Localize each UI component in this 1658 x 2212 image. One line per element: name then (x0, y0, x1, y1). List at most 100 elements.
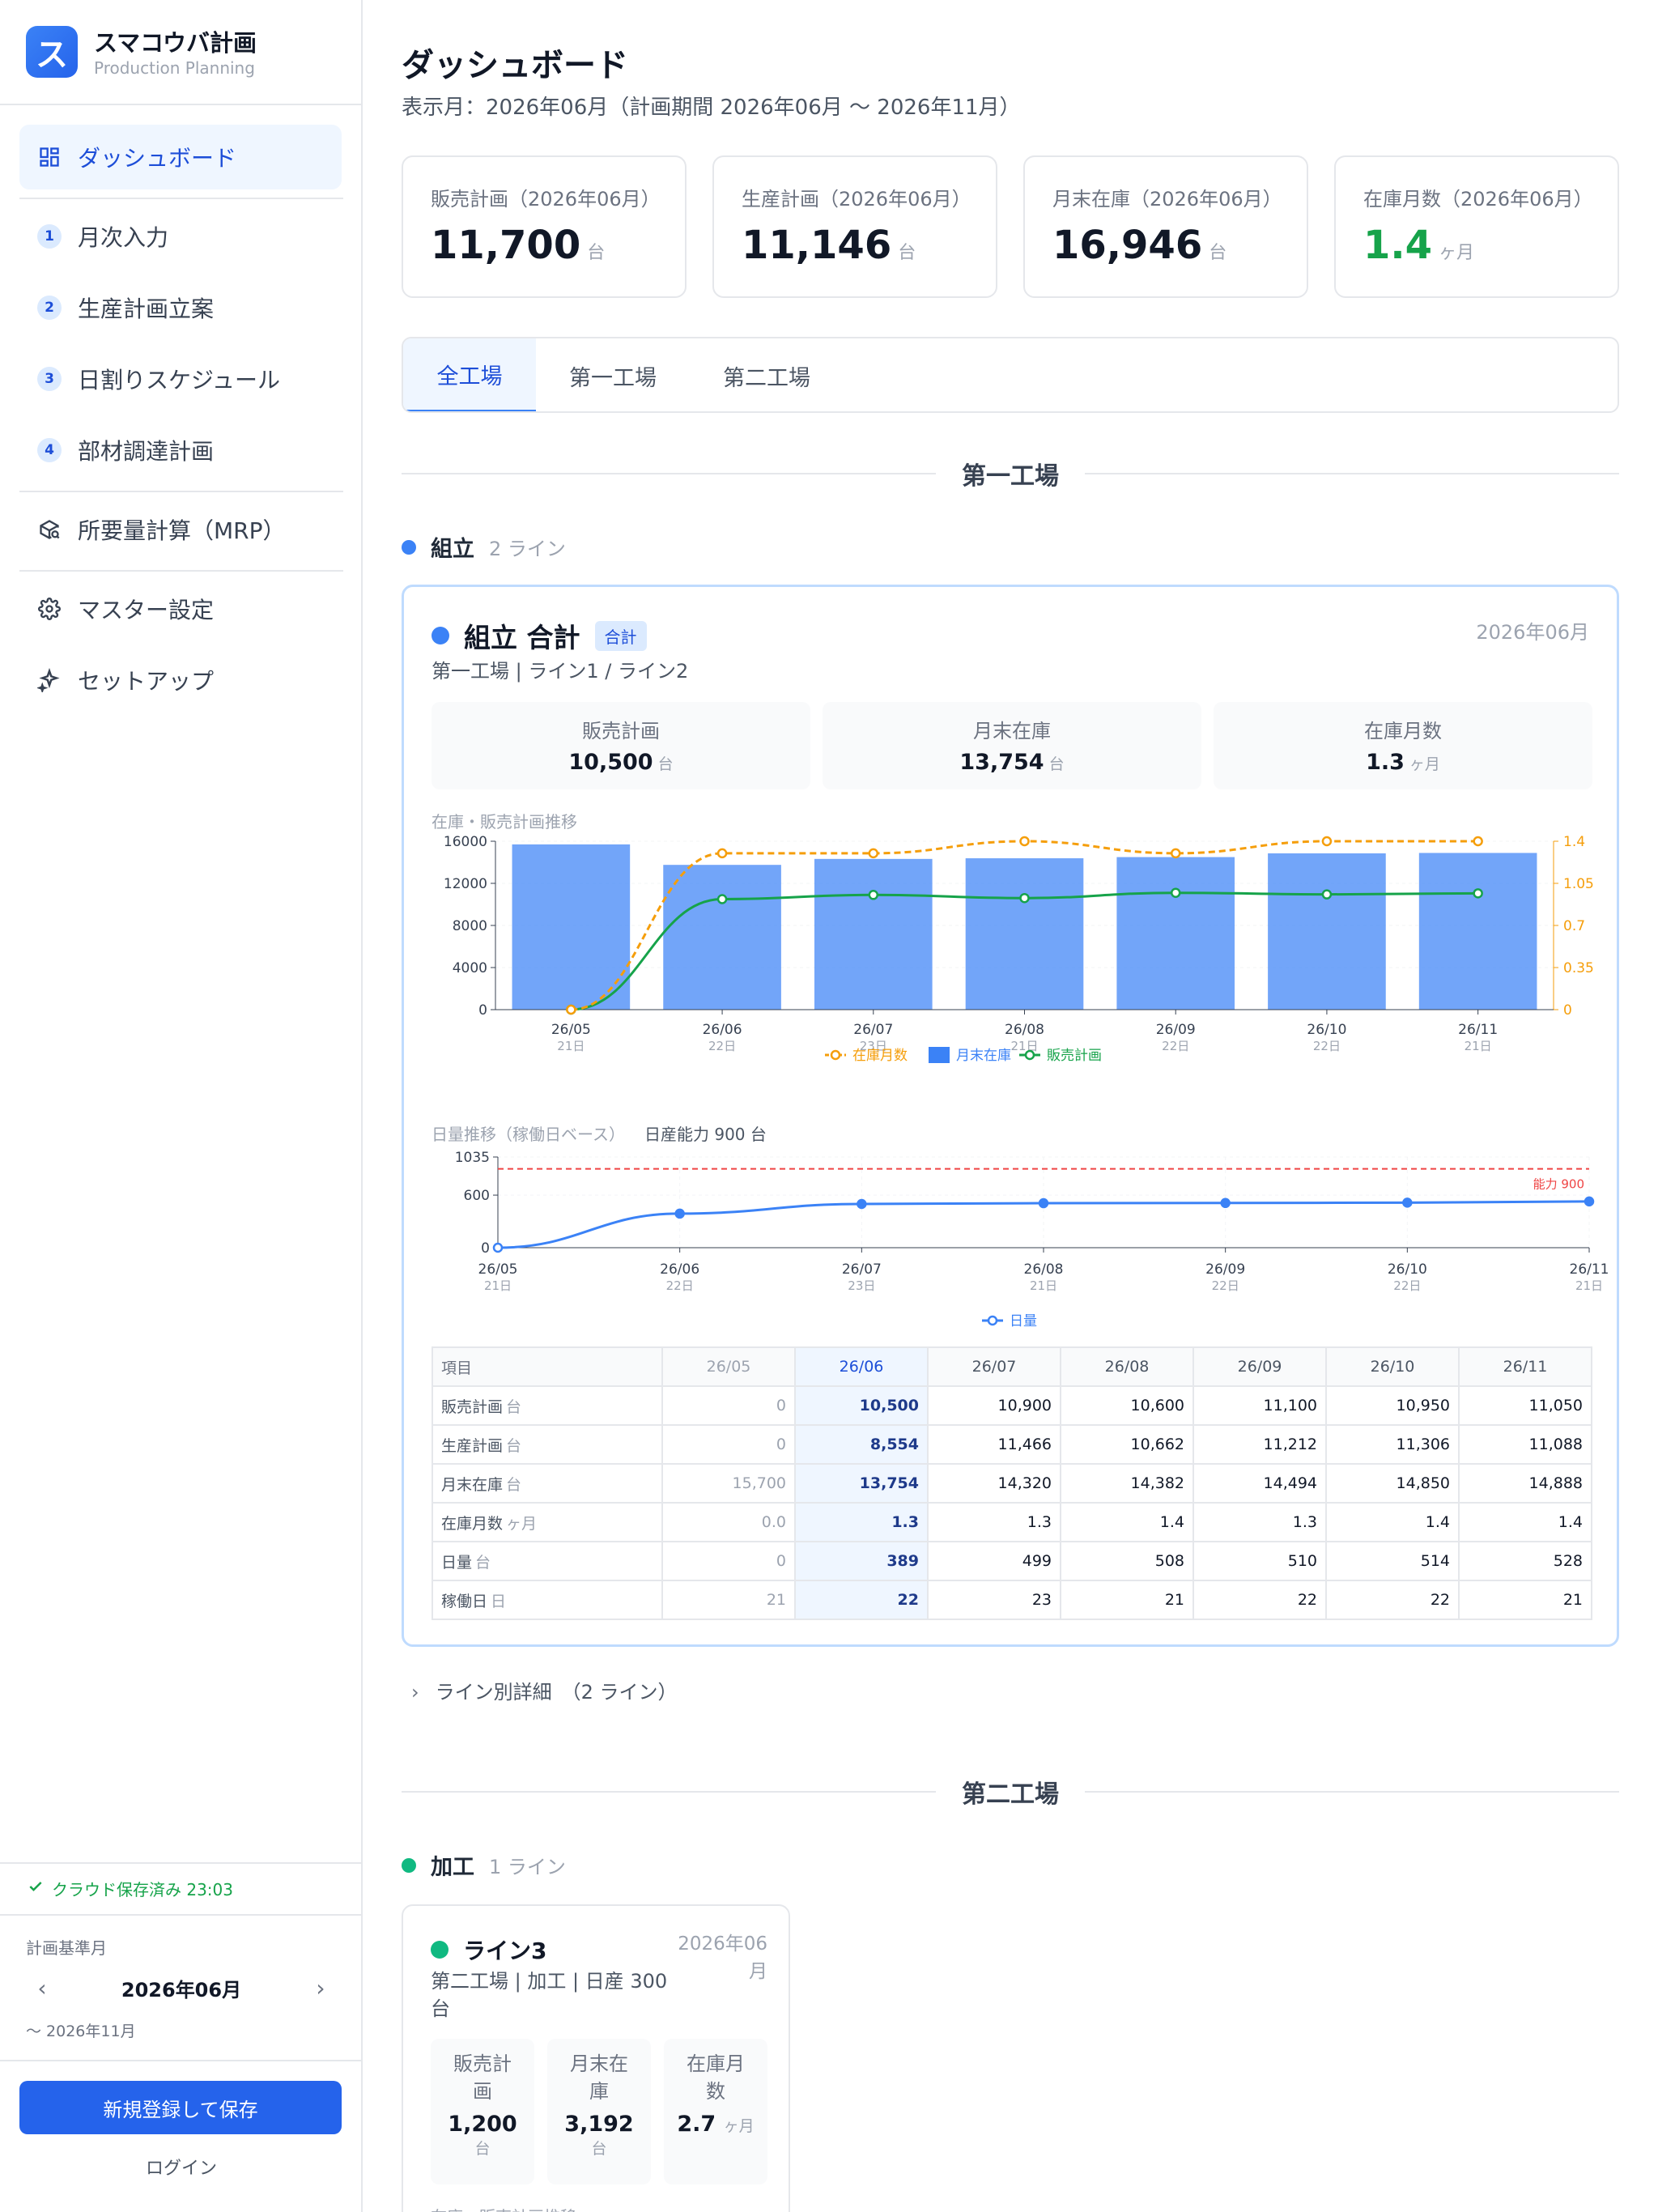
table-cell: 10,900 (927, 1385, 1061, 1426)
point-daily (1402, 1197, 1413, 1208)
divider (0, 2060, 363, 2061)
nav-label: マスター設定 (78, 597, 215, 623)
nav-dashboard[interactable]: ダッシュボード (19, 125, 342, 189)
point-daily (674, 1208, 685, 1219)
tab-factory-1[interactable]: 第一工場 (536, 338, 690, 411)
kpi-inventory: 月末在庫（2026年06月） 16,946 台 (1023, 155, 1308, 298)
login-link[interactable]: ログイン (0, 2154, 363, 2180)
capacity-label: 能力 900 (1533, 1177, 1584, 1192)
x-sublabel: 21日 (1465, 1039, 1492, 1053)
table-cell: 11,088 (1458, 1424, 1592, 1465)
x-sublabel: 23日 (848, 1278, 875, 1293)
section-factory-2: 第二工場 (402, 1772, 1619, 1812)
app-title: スマコウバ計画 (94, 29, 257, 57)
package-search-icon (37, 517, 62, 542)
bar-inventory (1418, 853, 1537, 1010)
nav-production-plan[interactable]: 2 生産計画立案 (19, 275, 342, 340)
x-sublabel: 21日 (1030, 1278, 1057, 1293)
x-sublabel: 21日 (1575, 1278, 1603, 1293)
step-1-badge: 1 (37, 224, 62, 249)
group-header-machining: 加工 1 ライン (402, 1849, 566, 1881)
plan-end: 〜 2026年11月 (26, 2023, 136, 2040)
legend-marker (987, 1315, 998, 1326)
status-dot (432, 627, 449, 644)
sparkles-icon (37, 668, 62, 692)
table-cell: 10,950 (1325, 1385, 1460, 1426)
assembly-total-card: 組立 合計 合計 2026年06月 第一工場 | ライン1 / ライン2 販売計… (402, 585, 1619, 1647)
nav-label: 月次入力 (78, 224, 169, 251)
chevron-left-icon[interactable]: ‹ (26, 1975, 58, 2001)
total-badge: 合計 (594, 620, 647, 651)
plan-base-label: 計画基準月 (26, 1938, 107, 1958)
x-sublabel: 22日 (1393, 1278, 1421, 1293)
column-header: 26/06 (794, 1346, 929, 1387)
table-cell: 0 (661, 1385, 796, 1426)
group-dot (402, 1857, 416, 1873)
tab-all-factories[interactable]: 全工場 (403, 338, 536, 411)
x-tick-label: 26/06 (660, 1261, 699, 1278)
kpi-value: 11,146 台 (742, 223, 916, 268)
x-sublabel: 21日 (557, 1039, 585, 1053)
bar-inventory (1116, 857, 1235, 1010)
line3-card: ライン3 2026年06 月 第二工場 | 加工 | 日産 300 台 販売計画 … (402, 1904, 790, 2212)
legend-label: 日量 (1010, 1313, 1037, 1329)
table-cell: 10,500 (794, 1385, 929, 1426)
nav-master[interactable]: マスター設定 (19, 576, 342, 641)
table-cell: 14,850 (1325, 1463, 1460, 1504)
legend-label: 販売計画 (1047, 1048, 1102, 1064)
save-button[interactable]: 新規登録して保存 (19, 2081, 342, 2134)
daily-output-chart: 0600103526/0521日26/0622日26/0723日26/0821日… (455, 1150, 1609, 1329)
x-sublabel: 21日 (484, 1278, 512, 1293)
point-stock-months (868, 848, 879, 859)
row-label: 日量台 (432, 1541, 663, 1581)
row-label: 稼働日日 (432, 1580, 663, 1620)
stat-sales: 販売計画 10,500 台 (432, 702, 810, 789)
bar-inventory (965, 858, 1084, 1010)
page-subtitle: 表示月：2026年06月（計画期間 2026年06月 〜 2026年11月） (402, 96, 1021, 120)
table-cell: 8,554 (794, 1424, 929, 1465)
kpi-label: 月末在庫（2026年06月） (1052, 188, 1282, 211)
point-stock-months (1170, 848, 1181, 859)
x-sublabel: 22日 (1212, 1278, 1239, 1293)
column-header: 26/08 (1060, 1346, 1194, 1387)
check-icon (28, 1878, 44, 1899)
x-tick-label: 26/07 (842, 1261, 882, 1278)
nav-mrp[interactable]: 所要量計算（MRP） (19, 497, 342, 562)
nav-label: 生産計画立案 (78, 296, 215, 322)
nav-monthly-input[interactable]: 1 月次入力 (19, 204, 342, 269)
section-factory-1: 第一工場 (402, 453, 1619, 494)
line-detail-toggle[interactable]: › ライン別詳細 （2 ライン） (411, 1676, 678, 1704)
nav-label: 部材調達計画 (78, 438, 215, 465)
stat-stock-months: 在庫月数 1.3 ヶ月 (1214, 702, 1592, 789)
y-right-tick-label: 0 (1563, 1002, 1572, 1019)
nav-procurement[interactable]: 4 部材調達計画 (19, 418, 342, 483)
stat-inventory: 月末在庫 3,192 台 (547, 2039, 651, 2184)
chevron-right-icon[interactable]: › (304, 1975, 337, 2001)
table-cell: 21 (661, 1580, 796, 1620)
point-sales (1321, 889, 1333, 900)
column-header: 項目 (432, 1346, 663, 1387)
status-dot (431, 1941, 449, 1959)
kpi-value: 16,946 台 (1052, 223, 1227, 268)
table-cell: 514 (1325, 1541, 1460, 1581)
table-cell: 14,888 (1458, 1463, 1592, 1504)
table-row: 日量台 0 389 499 508 510 514 528 (432, 1541, 1592, 1581)
y-right-tick-label: 0.35 (1563, 960, 1594, 976)
table-row: 販売計画台 0 10,500 10,900 10,600 11,100 10,950 11,0… (432, 1385, 1592, 1426)
point-sales (1473, 888, 1483, 899)
column-header: 26/05 (661, 1346, 796, 1387)
table-cell: 1.3 (927, 1502, 1061, 1542)
nav-daily-schedule[interactable]: 3 日割りスケジュール (19, 347, 342, 411)
divider (19, 198, 343, 199)
x-tick-label: 26/11 (1570, 1261, 1609, 1278)
kpi-label: 在庫月数（2026年06月） (1363, 188, 1593, 211)
divider (19, 570, 343, 572)
kpi-value: 1.4 ヶ月 (1363, 223, 1475, 268)
tab-factory-2[interactable]: 第二工場 (690, 338, 844, 411)
card-month: 2026年06月 (1476, 621, 1589, 644)
table-row: 稼働日日 21 22 23 21 22 22 21 (432, 1580, 1592, 1620)
save-status: クラウド保存済み 23:03 (28, 1877, 233, 1900)
page-title: ダッシュボード (402, 47, 628, 84)
nav-setup[interactable]: セットアップ (19, 648, 342, 713)
y-left-tick-label: 16000 (444, 834, 487, 850)
